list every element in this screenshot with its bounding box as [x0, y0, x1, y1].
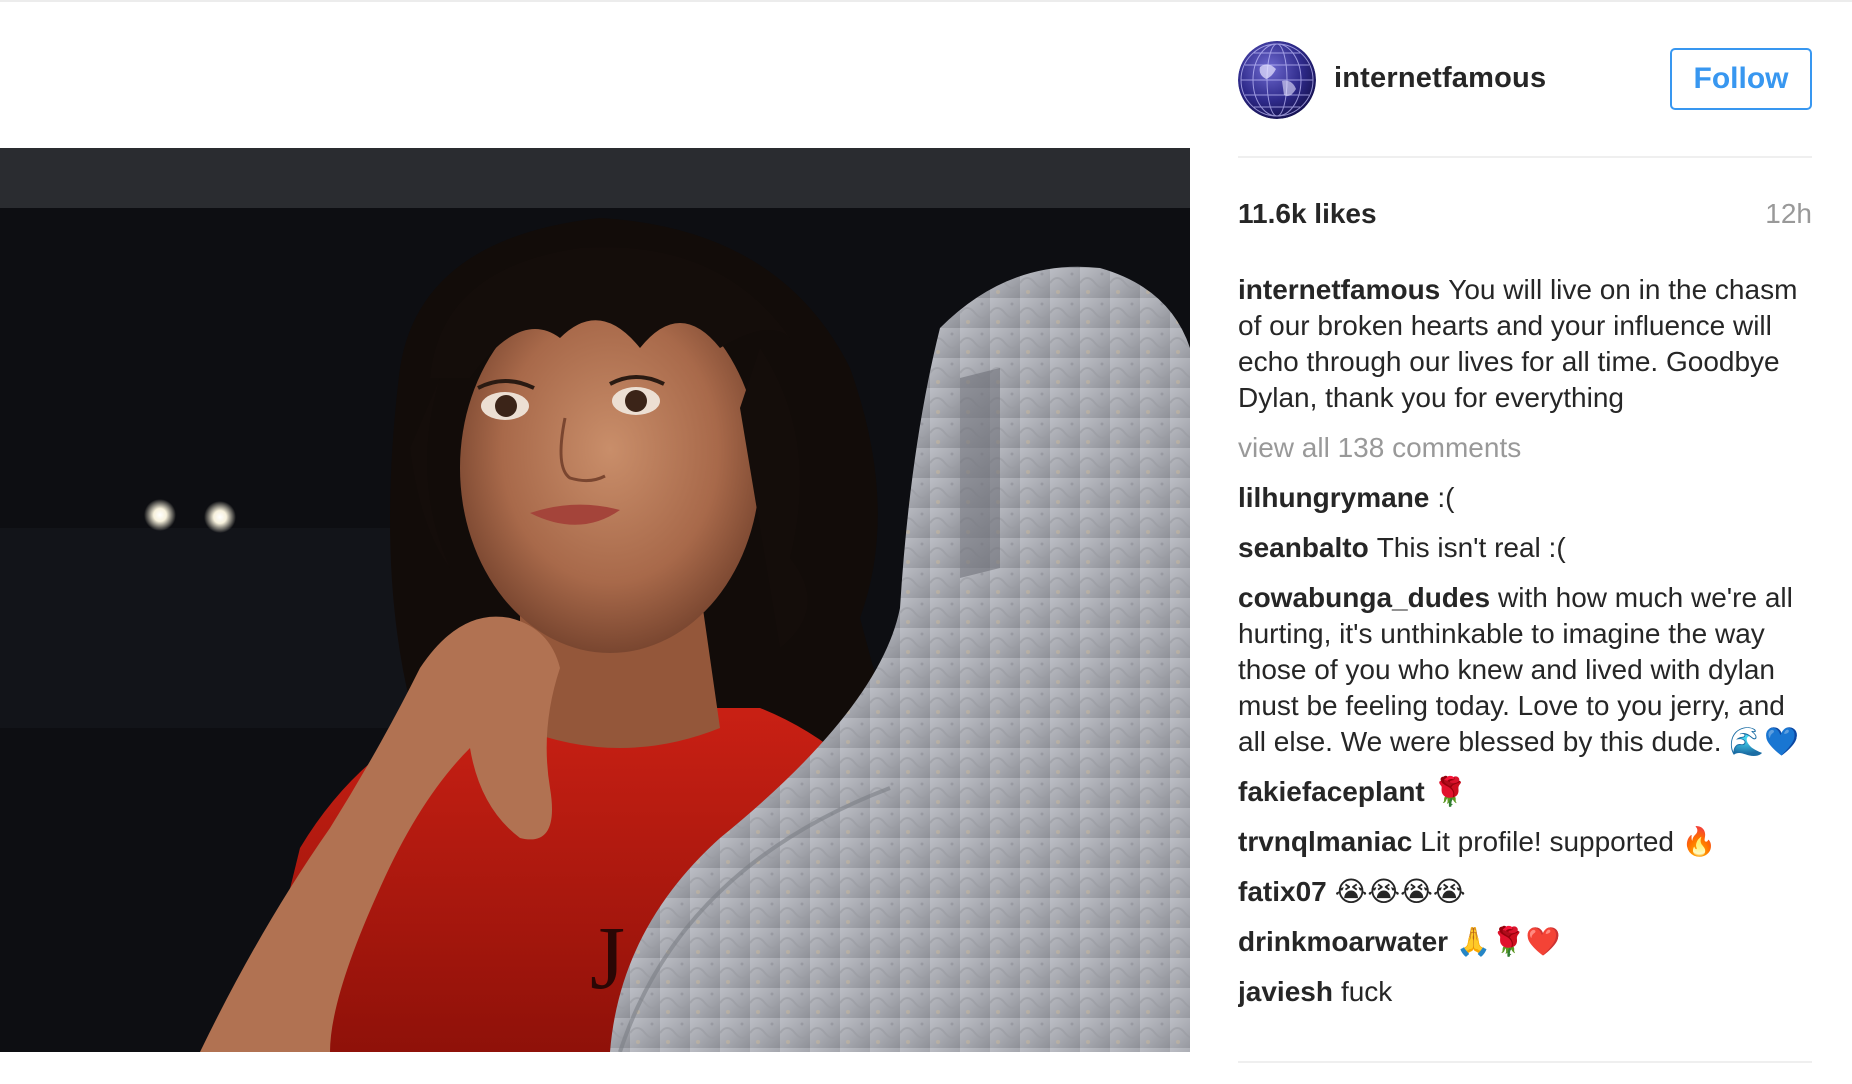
- post-author-username[interactable]: internetfamous: [1334, 62, 1546, 95]
- comment-text: :(: [1437, 482, 1455, 513]
- svg-text:J: J: [590, 909, 625, 1008]
- post-photo[interactable]: J: [0, 148, 1190, 1052]
- comment-username[interactable]: seanbalto: [1238, 532, 1369, 563]
- comment-username[interactable]: fatix07: [1238, 876, 1327, 907]
- comment-item: seanbalto This isn't real :(: [1238, 530, 1812, 566]
- comment-text: Lit profile! supported 🔥: [1420, 826, 1717, 857]
- comment-username[interactable]: fakiefaceplant: [1238, 776, 1425, 807]
- comment-item: lilhungrymane :(: [1238, 480, 1812, 516]
- comments-section[interactable]: internetfamous You will live on in the ch…: [1238, 272, 1812, 1062]
- comments-bottom-divider: [1238, 1061, 1812, 1063]
- comment-item: fatix07 😭😭😭😭: [1238, 874, 1812, 910]
- comment-item: cowabunga_dudes with how much we're all h…: [1238, 580, 1812, 760]
- post-details-panel: internetfamous Follow 11.6k likes 12h in…: [1238, 0, 1812, 1084]
- comment-username[interactable]: cowabunga_dudes: [1238, 582, 1490, 613]
- caption-username[interactable]: internetfamous: [1238, 274, 1440, 305]
- follow-button[interactable]: Follow: [1670, 48, 1812, 110]
- comment-username[interactable]: lilhungrymane: [1238, 482, 1429, 513]
- comment-username[interactable]: trvnqlmaniac: [1238, 826, 1412, 857]
- comment-text: fuck: [1340, 976, 1393, 1007]
- comment-item: javiesh fuck: [1238, 974, 1812, 1010]
- comment-item: fakiefaceplant 🌹: [1238, 774, 1812, 810]
- comment-username[interactable]: javiesh: [1238, 976, 1333, 1007]
- comment-text: 🌹: [1432, 776, 1468, 807]
- caption: internetfamous You will live on in the ch…: [1238, 272, 1812, 416]
- post-header: internetfamous Follow: [1238, 40, 1812, 120]
- view-all-comments-link[interactable]: view all 138 comments: [1238, 430, 1812, 466]
- post-timestamp[interactable]: 12h: [1765, 198, 1812, 230]
- likes-count[interactable]: 11.6k likes: [1238, 198, 1377, 230]
- globe-avatar-icon[interactable]: [1238, 41, 1316, 119]
- comment-text: 😭😭😭😭: [1334, 876, 1466, 907]
- comment-item: trvnqlmaniac Lit profile! supported 🔥: [1238, 824, 1812, 860]
- comment-text: 🙏🌹❤️: [1456, 926, 1561, 957]
- comment-text: This isn't real :(: [1376, 532, 1566, 563]
- comment-username[interactable]: drinkmoarwater: [1238, 926, 1448, 957]
- header-divider: [1238, 156, 1812, 158]
- comment-item: drinkmoarwater 🙏🌹❤️: [1238, 924, 1812, 960]
